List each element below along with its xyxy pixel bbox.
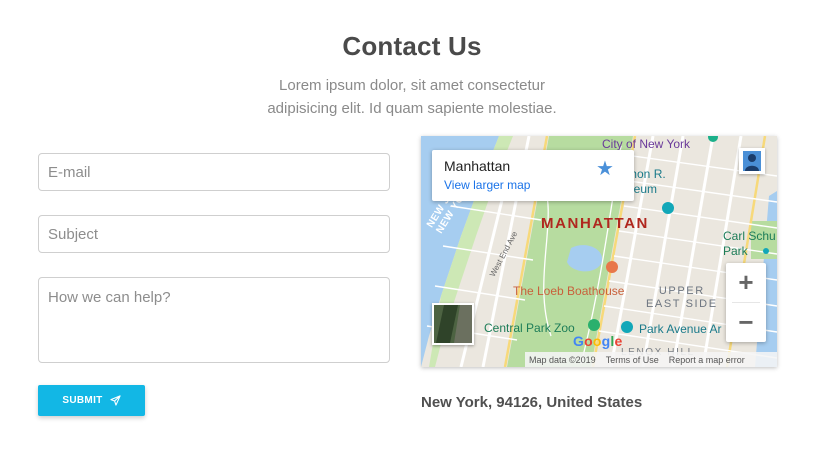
ues-line-2: EAST SIDE (646, 298, 718, 310)
map-label-park-avenue: Park Avenue Ar (639, 322, 722, 336)
person-icon (743, 151, 761, 171)
map-embed[interactable]: City of New York olomon R. Museum MANHAT… (421, 136, 777, 367)
email-field[interactable] (38, 153, 390, 191)
view-larger-map-link[interactable]: View larger map (444, 178, 530, 192)
google-logo: Google (573, 333, 622, 349)
map-info-title: Manhattan (444, 158, 511, 174)
map-data-credit: Map data ©2019 (529, 354, 596, 365)
star-icon[interactable]: ★ (596, 156, 614, 181)
map-label-carl-schurz-park: Carl Schu Park (723, 229, 776, 259)
page-title: Contact Us (342, 31, 482, 61)
terms-of-use-link[interactable]: Terms of Use (606, 355, 659, 365)
map-label-city-of-new-york: City of New York (602, 137, 691, 151)
map-label-central-park-zoo: Central Park Zoo (484, 321, 575, 335)
page-subtitle: Lorem ipsum dolor, sit amet consectetur … (212, 74, 612, 120)
zoom-control: + − (726, 263, 766, 342)
submit-label: SUBMIT (62, 395, 103, 406)
map-label-manhattan: MANHATTAN (541, 215, 649, 232)
satellite-thumbnail-icon (434, 305, 472, 343)
carl-schurz-line-1: Carl Schu (723, 229, 776, 243)
address-text: New York, 94126, United States (421, 394, 643, 411)
map-label-upper-east-side: UPPER EAST SIDE (646, 285, 718, 311)
google-letter: e (614, 333, 623, 349)
ues-line-1: UPPER (658, 285, 705, 297)
zoom-out-button[interactable]: − (726, 303, 766, 342)
google-letter: G (573, 333, 585, 349)
google-letter: o (592, 333, 602, 349)
google-letter: o (584, 333, 593, 349)
report-map-error-link[interactable]: Report a map error (669, 355, 745, 365)
pegman-icon[interactable] (739, 148, 765, 174)
subtitle-line-2: adipisicing elit. Id quam sapiente moles… (267, 100, 557, 117)
map-footer: Map data ©2019 Terms of Use Report a map… (525, 352, 777, 367)
satellite-toggle[interactable] (432, 303, 474, 345)
paper-plane-icon (109, 395, 121, 406)
map-info-card: Manhattan View larger map ★ (432, 150, 634, 201)
subtitle-line-1: Lorem ipsum dolor, sit amet consectetur (279, 77, 545, 94)
message-field[interactable] (38, 277, 390, 363)
submit-button[interactable]: SUBMIT (38, 385, 145, 416)
zoom-in-button[interactable]: + (726, 263, 766, 302)
map-label-loeb-boathouse: The Loeb Boathouse (513, 284, 625, 298)
carl-schurz-line-2: Park (723, 244, 748, 258)
subject-field[interactable] (38, 215, 390, 253)
